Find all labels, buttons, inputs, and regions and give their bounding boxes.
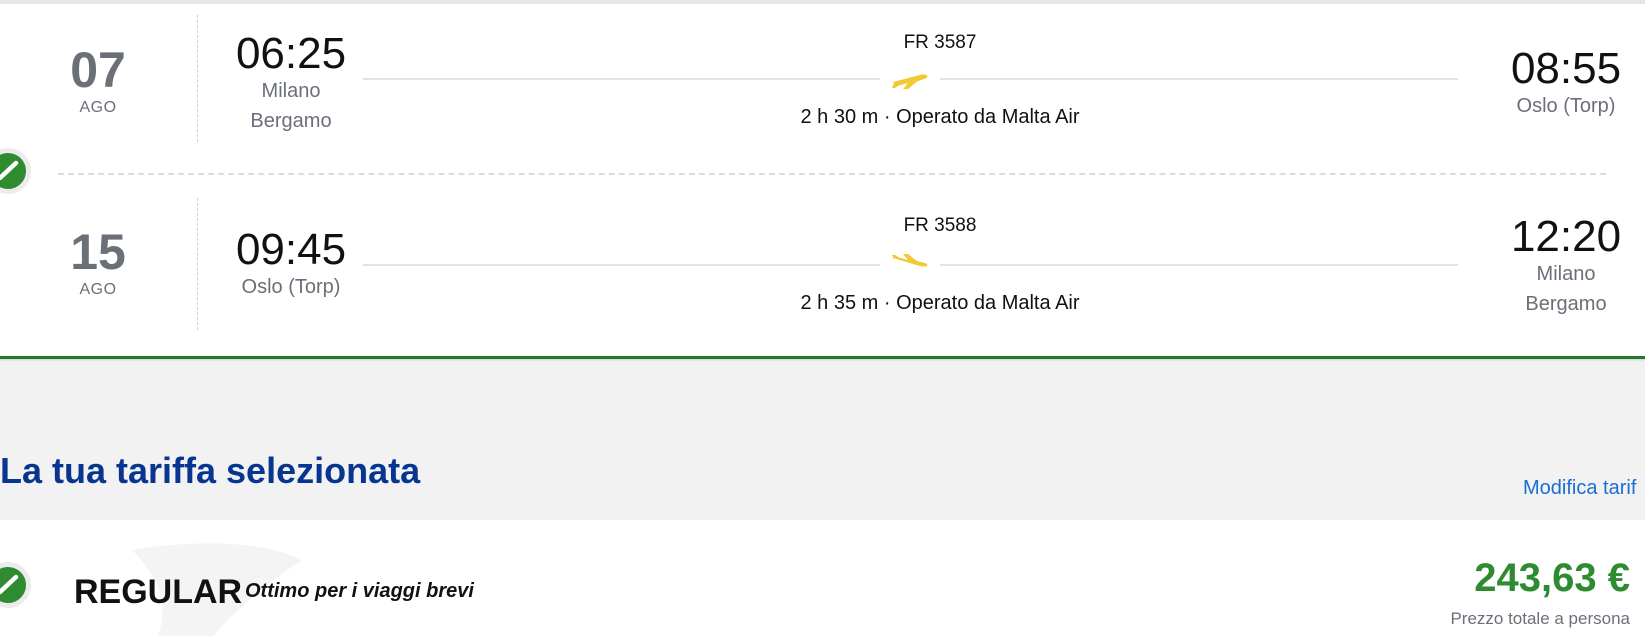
flight-summary-card: 07 AGO 06:25 Milano Bergamo FR 3587 2 h …	[0, 0, 1645, 359]
return-arrival-city: Milano	[1536, 263, 1596, 285]
fare-name: REGULAR	[74, 573, 243, 611]
return-departure: 09:45 Oslo (Torp)	[226, 228, 356, 302]
outbound-departure-time: 06:25	[235, 29, 347, 78]
return-departure-time: 09:45	[235, 225, 347, 274]
fare-tagline: Ottimo per i viaggi brevi	[245, 580, 474, 602]
return-arrival: 12:20 Milano Bergamo	[1501, 215, 1631, 319]
selected-fare-card	[0, 520, 1645, 636]
return-flight-number: FR 3588	[903, 215, 977, 236]
outbound-flight-number: FR 3587	[903, 32, 977, 53]
outbound-route-line-right	[940, 78, 1458, 80]
outbound-departure-city: Milano	[261, 80, 321, 102]
outbound-duration-operator: 2 h 30 m · Operato da Malta Air	[800, 106, 1080, 128]
fare-section-title: La tua tariffa selezionata	[0, 450, 421, 491]
flight-separator	[58, 173, 1606, 175]
return-arrival-time: 12:20	[1510, 212, 1622, 261]
outbound-flight-row: 07 AGO 06:25 Milano Bergamo FR 3587 2 h …	[0, 15, 1645, 155]
outbound-date: 07 AGO	[58, 45, 138, 117]
plane-landing-icon	[892, 254, 928, 267]
fare-price-note: Prezzo totale a persona	[1450, 609, 1630, 628]
card-top-border	[0, 0, 1645, 4]
outbound-departure-city-line2: Bergamo	[250, 110, 332, 132]
outbound-date-day: 07	[70, 42, 126, 98]
return-flight-row: 15 AGO 09:45 Oslo (Torp) FR 3588 2 h 35 …	[0, 198, 1645, 338]
return-date-day: 15	[70, 224, 126, 280]
return-departure-city: Oslo (Torp)	[241, 276, 341, 298]
modify-fare-link[interactable]: Modifica tarif	[1523, 477, 1636, 500]
fare-price: 243,63 €	[1474, 556, 1630, 600]
outbound-arrival-time: 08:55	[1510, 44, 1622, 93]
outbound-date-month: AGO	[79, 99, 117, 116]
outbound-arrival-city: Oslo (Torp)	[1516, 95, 1616, 117]
return-route-line-left	[363, 264, 880, 266]
return-date-month: AGO	[79, 281, 117, 298]
date-divider	[197, 198, 198, 330]
date-divider	[197, 15, 198, 142]
outbound-departure: 06:25 Milano Bergamo	[226, 32, 356, 136]
return-date: 15 AGO	[58, 227, 138, 299]
plane-takeoff-icon	[892, 74, 928, 89]
outbound-route-line-left	[363, 78, 880, 80]
return-duration-operator: 2 h 35 m · Operato da Malta Air	[800, 292, 1080, 314]
return-route-line-right	[940, 264, 1458, 266]
return-arrival-city-line2: Bergamo	[1525, 293, 1607, 315]
outbound-arrival: 08:55 Oslo (Torp)	[1501, 47, 1631, 121]
